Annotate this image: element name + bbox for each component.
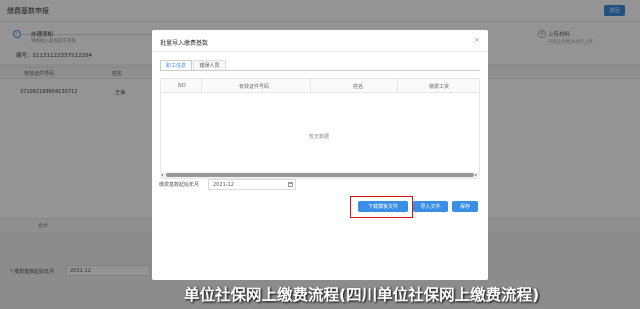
dialog-divider — [152, 51, 488, 52]
column-id-number: 有效证件号码 — [239, 84, 270, 90]
scrollbar-thumb[interactable] — [166, 173, 474, 177]
import-dialog: 批量导入缴费基数 × 职工信息 错误人员 NO 有效证件号码 姓名 缴费工资 暂… — [152, 30, 488, 280]
save-button[interactable]: 保存 — [452, 201, 478, 212]
column-name: 姓名 — [353, 84, 364, 90]
close-icon[interactable]: × — [474, 36, 480, 44]
column-divider — [397, 79, 398, 93]
scroll-left-icon[interactable]: ◂ — [161, 172, 163, 177]
column-divider — [201, 79, 202, 93]
dialog-title: 批量导入缴费基数 — [160, 40, 209, 47]
import-table-header: NO 有效证件号码 姓名 缴费工资 — [161, 79, 479, 93]
column-no: NO — [178, 83, 186, 89]
column-divider — [310, 79, 311, 93]
start-month-label: 缴费基数起始年月 — [159, 182, 200, 188]
empty-state-text: 暂无数据 — [309, 134, 330, 140]
start-month-input[interactable]: 2021-12 — [208, 179, 296, 190]
import-table: NO 有效证件号码 姓名 缴费工资 暂无数据 — [160, 78, 480, 179]
import-file-button[interactable]: 导入文件 — [413, 201, 448, 212]
start-month-value: 2021-12 — [213, 182, 234, 188]
download-template-button[interactable]: 下载模板文件 — [358, 201, 408, 212]
tab-underline — [160, 70, 480, 71]
horizontal-scrollbar[interactable]: ◂ ▸ — [160, 172, 480, 178]
column-wage: 缴费工资 — [429, 84, 450, 90]
scroll-right-icon[interactable]: ▸ — [475, 172, 477, 177]
calendar-icon[interactable] — [288, 182, 293, 187]
caption-watermark: 单位社保网上缴费流程(四川单位社保网上缴费流程) — [184, 286, 540, 304]
